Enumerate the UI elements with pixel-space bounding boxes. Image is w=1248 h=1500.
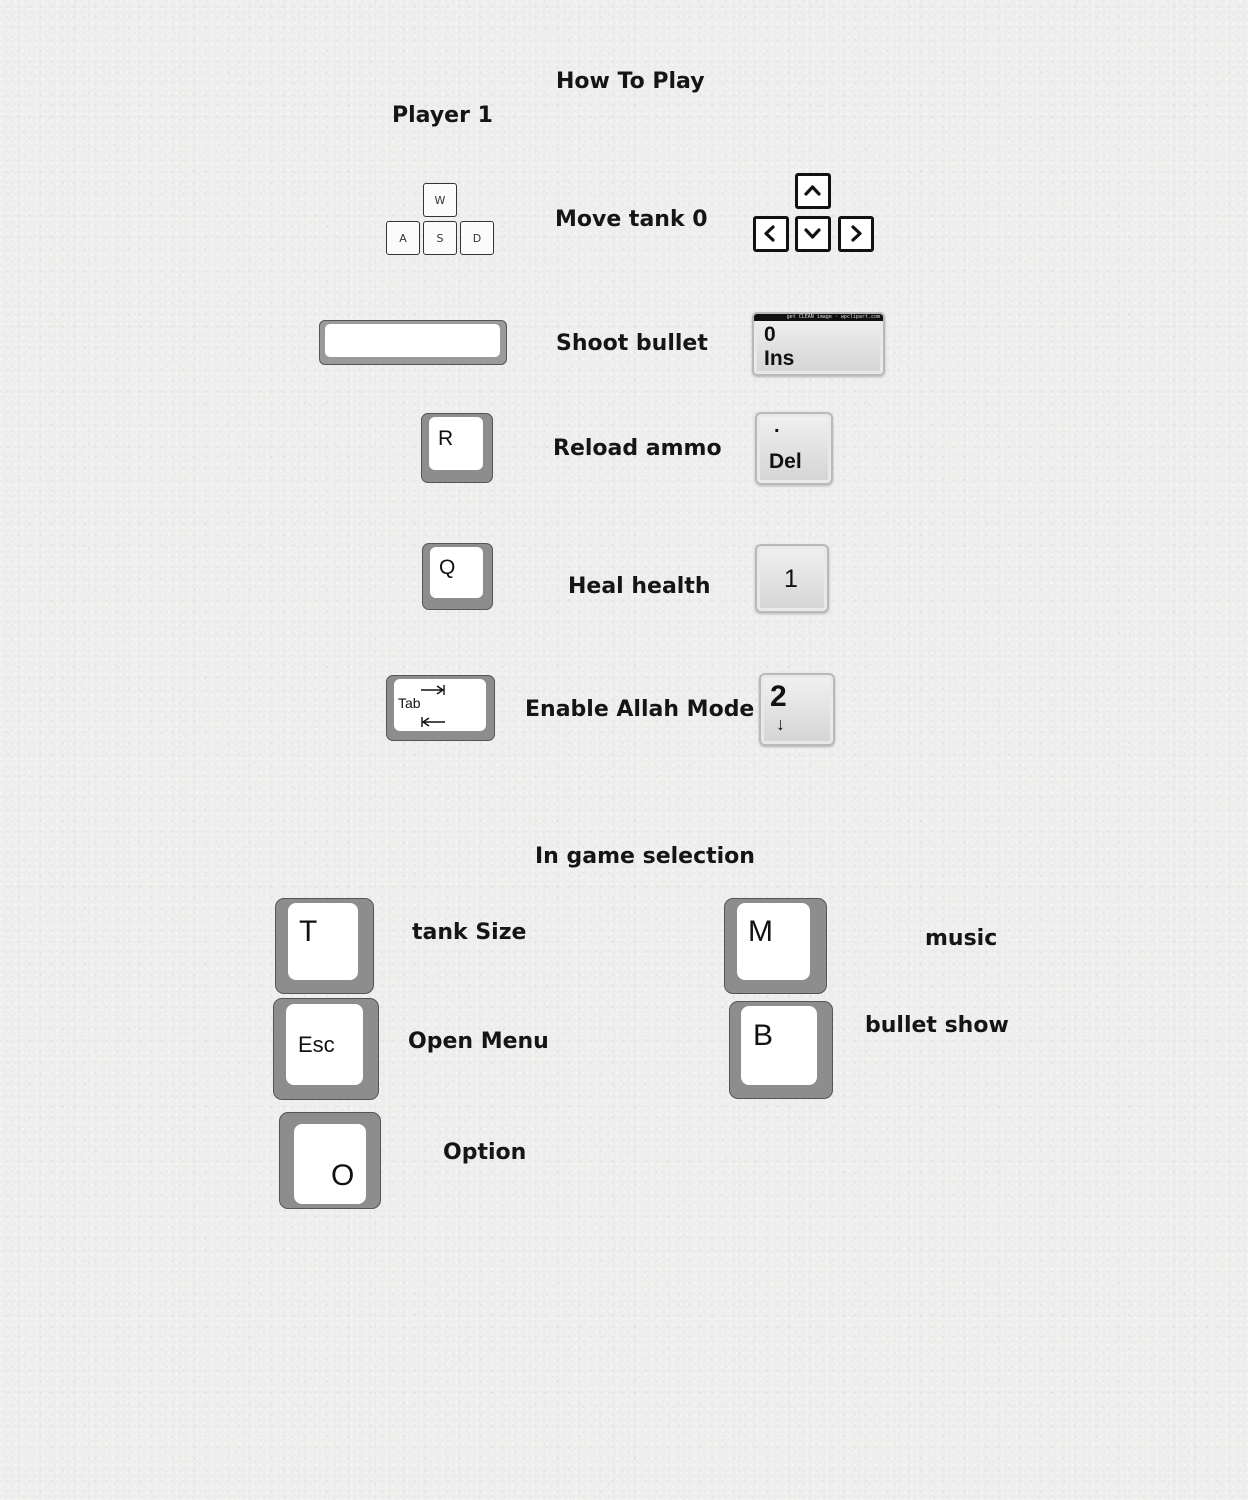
- ins-key-top-text: 0: [764, 323, 776, 346]
- tab-arrows-icon: [421, 685, 445, 727]
- action-shoot-label: Shoot bullet: [556, 331, 708, 356]
- spacebar-key: [319, 320, 507, 365]
- esc-key: Esc: [273, 998, 379, 1100]
- q-key-text: Q: [439, 556, 456, 579]
- numpad-1-key: 1: [755, 544, 829, 613]
- del-key-bottom-text: Del: [769, 450, 802, 473]
- ins-key-bottom-text: Ins: [764, 347, 795, 370]
- ins-key-top-strip: get CLEAN image · wpclipart.com: [754, 314, 883, 321]
- section-title: In game selection: [535, 844, 755, 869]
- q-key: Q: [422, 543, 493, 610]
- action-move-label: Move tank 0: [555, 207, 708, 232]
- del-key-top-text: .: [774, 415, 780, 437]
- arrow-keys: [752, 173, 878, 255]
- o-key: O: [279, 1112, 381, 1209]
- tab-key: Tab: [386, 675, 495, 741]
- b-key-text: B: [753, 1019, 774, 1052]
- option-label: Option: [443, 1140, 527, 1165]
- key-a: A: [386, 221, 420, 255]
- ins-key: get CLEAN image · wpclipart.com 0 Ins: [752, 312, 885, 376]
- arrow-down-key: [795, 216, 831, 252]
- page-title: How To Play: [556, 69, 705, 94]
- b-key: B: [729, 1001, 833, 1099]
- esc-key-text: Esc: [298, 1032, 335, 1057]
- player-label: Player 1: [392, 103, 493, 128]
- arrow-left-icon: [764, 225, 775, 242]
- o-key-text: O: [331, 1159, 355, 1192]
- arrow-right-icon: [851, 225, 862, 242]
- numpad-1-key-text: 1: [784, 565, 798, 593]
- arrow-down-icon: [804, 228, 821, 239]
- numpad-2-key: 2 ↓: [759, 673, 835, 746]
- bullet-show-label: bullet show: [865, 1013, 1009, 1038]
- numpad-2-key-text: 2: [770, 680, 787, 713]
- t-key-text: T: [299, 915, 318, 948]
- arrow-up-key: [795, 173, 831, 209]
- ins-key-strip-text: get CLEAN image · wpclipart.com: [786, 314, 880, 320]
- arrow-left-key: [753, 216, 789, 252]
- arrow-right-key: [838, 216, 874, 252]
- open-menu-label: Open Menu: [408, 1029, 549, 1054]
- action-allah-label: Enable Allah Mode: [525, 697, 755, 722]
- action-heal-label: Heal health: [568, 574, 711, 599]
- arrow-up-icon: [804, 185, 821, 196]
- del-key: . Del: [755, 412, 833, 485]
- numpad-2-key-arrow: ↓: [776, 714, 785, 734]
- key-s: S: [423, 221, 457, 255]
- m-key: M: [724, 898, 827, 994]
- t-key: T: [275, 898, 374, 994]
- m-key-text: M: [748, 915, 773, 948]
- key-w: W: [423, 183, 457, 217]
- tank-size-label: tank Size: [412, 920, 527, 945]
- wasd-keys: W A S D: [385, 183, 497, 257]
- music-label: music: [925, 926, 998, 951]
- r-key: R: [421, 413, 493, 483]
- action-reload-label: Reload ammo: [553, 436, 722, 461]
- r-key-text: R: [438, 427, 454, 450]
- key-d: D: [460, 221, 494, 255]
